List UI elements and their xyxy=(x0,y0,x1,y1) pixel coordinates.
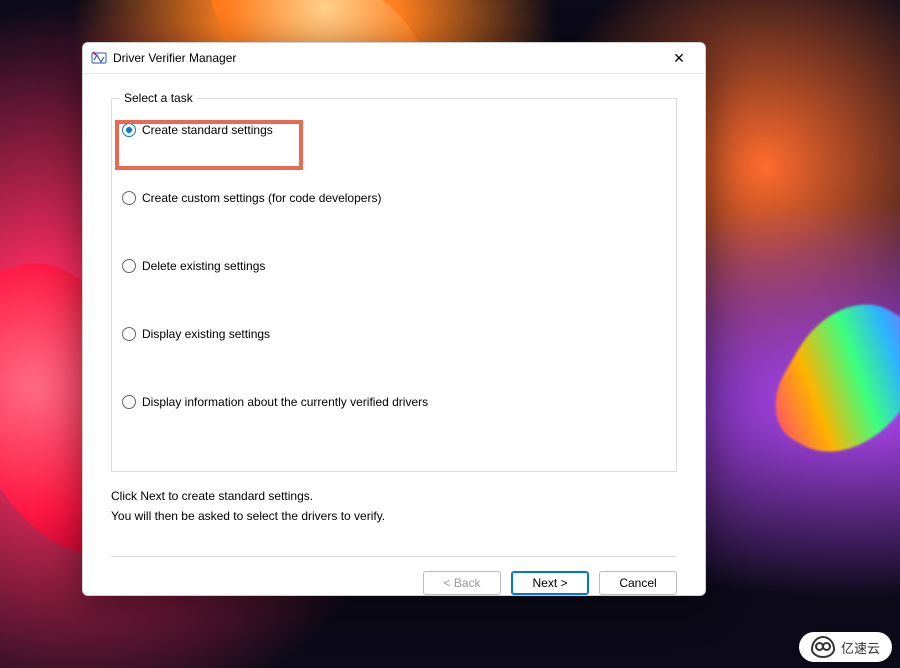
close-button[interactable]: ✕ xyxy=(657,44,701,72)
watermark: 亿速云 xyxy=(799,632,892,662)
radio-display-info-input[interactable] xyxy=(122,395,136,409)
task-fieldset: Select a task Create standard settings C… xyxy=(111,98,677,472)
radio-create-standard-input[interactable] xyxy=(122,123,136,137)
radio-display-existing-input[interactable] xyxy=(122,327,136,341)
radio-display-existing-label: Display existing settings xyxy=(142,327,270,341)
back-button[interactable]: < Back xyxy=(423,571,501,595)
radio-delete-existing-label: Delete existing settings xyxy=(142,259,265,273)
cancel-button[interactable]: Cancel xyxy=(599,571,677,595)
radio-create-standard-label: Create standard settings xyxy=(142,123,273,137)
driver-verifier-dialog: Driver Verifier Manager ✕ Select a task … xyxy=(82,42,706,596)
radio-display-info-label: Display information about the currently … xyxy=(142,395,428,409)
info-line2: You will then be asked to select the dri… xyxy=(111,506,677,526)
titlebar: Driver Verifier Manager ✕ xyxy=(83,43,705,74)
radio-display-info[interactable]: Display information about the currently … xyxy=(112,393,676,411)
next-button[interactable]: Next > xyxy=(511,571,589,595)
radio-create-custom-label: Create custom settings (for code develop… xyxy=(142,191,381,205)
info-line1: Click Next to create standard settings. xyxy=(111,486,677,506)
app-icon xyxy=(91,50,107,66)
dialog-content: Select a task Create standard settings C… xyxy=(83,74,705,556)
info-text: Click Next to create standard settings. … xyxy=(111,486,677,526)
radio-create-standard[interactable]: Create standard settings xyxy=(112,121,676,139)
watermark-icon xyxy=(811,636,835,658)
bg-blob-rainbow xyxy=(758,281,900,480)
watermark-text: 亿速云 xyxy=(841,638,880,657)
radio-create-custom[interactable]: Create custom settings (for code develop… xyxy=(112,189,676,207)
radio-create-custom-input[interactable] xyxy=(122,191,136,205)
window-title: Driver Verifier Manager xyxy=(113,51,236,65)
dialog-footer: < Back Next > Cancel xyxy=(111,556,677,595)
task-legend: Select a task xyxy=(120,91,197,105)
radio-delete-existing[interactable]: Delete existing settings xyxy=(112,257,676,275)
radio-delete-existing-input[interactable] xyxy=(122,259,136,273)
close-icon: ✕ xyxy=(673,51,685,65)
radio-display-existing[interactable]: Display existing settings xyxy=(112,325,676,343)
